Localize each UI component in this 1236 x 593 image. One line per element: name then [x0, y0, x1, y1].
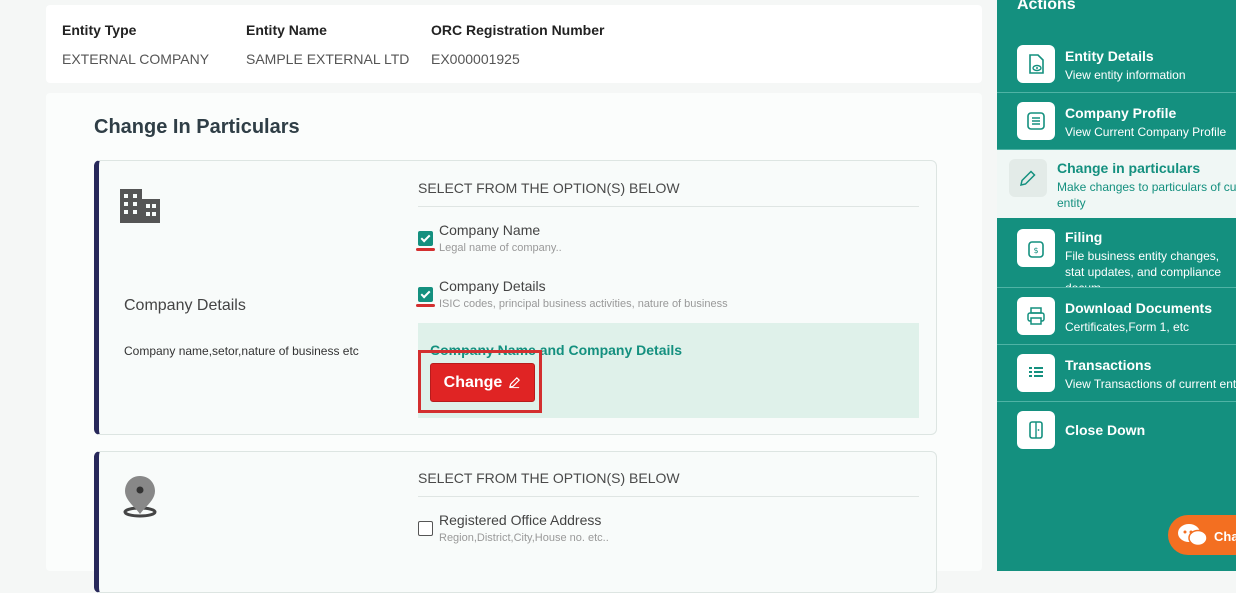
particulars-panel: Change In Particulars Company Details Co…	[46, 93, 982, 593]
entity-name-label: Entity Name	[246, 22, 327, 38]
sidebar-item-title: Entity Details	[1065, 48, 1154, 64]
pencil-icon	[509, 377, 521, 389]
change-area: Company Name and Company Details Change	[418, 323, 919, 418]
sidebar-item-sub: View Current Company Profile	[1065, 125, 1227, 139]
entity-name-col: Entity Name SAMPLE EXTERNAL LTD	[246, 22, 409, 67]
sidebar-item-title: Filing	[1065, 229, 1103, 245]
option-sub: Region,District,City,House no. etc..	[439, 532, 609, 544]
transactions-icon	[1017, 354, 1055, 392]
list-icon	[1017, 102, 1055, 140]
building-icon	[120, 189, 160, 223]
entity-info-card: Entity Type EXTERNAL COMPANY Entity Name…	[46, 5, 982, 83]
sidebar-item-company-profile[interactable]: Company Profile View Current Company Pro…	[997, 93, 1236, 150]
sidebar-item-transactions[interactable]: Transactions View Transactions of curren…	[997, 345, 1236, 402]
options-header: SELECT FROM THE OPTION(S) BELOW	[418, 470, 919, 497]
main-content: Entity Type EXTERNAL COMPANY Entity Name…	[0, 0, 997, 593]
orc-number-label: ORC Registration Number	[431, 22, 605, 38]
sidebar-item-sub: View entity information	[1065, 68, 1186, 82]
change-button[interactable]: Change	[430, 363, 535, 402]
sidebar-item-download-documents[interactable]: Download Documents Certificates,Form 1, …	[997, 288, 1236, 345]
options-list: SELECT FROM THE OPTION(S) BELOW Register…	[418, 470, 919, 553]
option-company-name[interactable]: Company Name Legal name of company..	[416, 207, 919, 263]
sidebar-item-title: Download Documents	[1065, 300, 1213, 316]
option-company-details[interactable]: Company Details ISIC codes, principal bu…	[416, 263, 919, 319]
sidebar-item-title: Close Down	[1065, 422, 1146, 438]
pencil-icon	[1009, 159, 1047, 197]
sidebar-item-title: Change in particulars	[1057, 160, 1201, 176]
actions-sidebar: Actions Entity Details View entity infor…	[997, 0, 1236, 571]
sidebar-item-close-down[interactable]: Close Down	[997, 402, 1236, 458]
sidebar-item-sub: View Transactions of current enti	[1065, 377, 1236, 391]
entity-type-value: EXTERNAL COMPANY	[62, 51, 210, 67]
sidebar-item-sub: Make changes to particulars of cu entity	[1057, 180, 1236, 210]
orc-number-col: ORC Registration Number EX000001925	[431, 22, 604, 67]
document-eye-icon	[1017, 45, 1055, 83]
entity-name-value: SAMPLE EXTERNAL LTD	[246, 51, 410, 67]
change-button-label: Change	[443, 373, 503, 391]
card-description: Company name,setor,nature of business et…	[124, 344, 359, 358]
printer-icon	[1017, 297, 1055, 335]
entity-type-col: Entity Type EXTERNAL COMPANY	[62, 22, 209, 67]
company-name-checkbox[interactable]	[418, 231, 433, 246]
sidebar-item-change-particulars[interactable]: Change in particulars Make changes to pa…	[997, 150, 1236, 218]
annotation-underline	[416, 248, 435, 251]
page-title: Change In Particulars	[94, 116, 300, 138]
location-pin-icon	[123, 476, 157, 518]
chat-label: Cha	[1214, 529, 1236, 544]
option-registered-office[interactable]: Registered Office Address Region,Distric…	[418, 497, 919, 553]
annotation-underline	[416, 304, 435, 307]
company-details-card: Company Details Company name,setor,natur…	[94, 160, 937, 435]
wallet-icon: $	[1017, 229, 1055, 267]
registered-office-checkbox[interactable]	[418, 521, 433, 536]
options-list: SELECT FROM THE OPTION(S) BELOW Company …	[416, 180, 919, 319]
orc-number-value: EX000001925	[431, 51, 520, 67]
sidebar-item-sub: File business entity changes, stat updat…	[1065, 249, 1222, 288]
sidebar-item-sub: Certificates,Form 1, etc	[1065, 320, 1190, 334]
sidebar-item-entity-details[interactable]: Entity Details View entity information	[997, 36, 1236, 93]
option-label: Company Name	[439, 222, 541, 238]
actions-title: Actions	[1017, 0, 1076, 13]
options-header: SELECT FROM THE OPTION(S) BELOW	[418, 180, 919, 207]
company-details-checkbox[interactable]	[418, 287, 433, 302]
chat-button[interactable]: Cha	[1168, 515, 1236, 555]
option-sub: ISIC codes, principal business activitie…	[439, 298, 728, 310]
chat-bubble-icon	[1178, 524, 1208, 547]
sidebar-item-title: Transactions	[1065, 357, 1152, 373]
office-address-card: SELECT FROM THE OPTION(S) BELOW Register…	[94, 451, 937, 593]
sidebar-item-title: Company Profile	[1065, 105, 1177, 121]
sidebar-item-filing[interactable]: $ Filing File business entity changes, s…	[997, 219, 1236, 288]
option-label: Registered Office Address	[439, 512, 602, 528]
svg-text:$: $	[1033, 246, 1038, 255]
card-title: Company Details	[124, 297, 246, 314]
door-icon	[1017, 411, 1055, 449]
option-label: Company Details	[439, 278, 546, 294]
option-sub: Legal name of company..	[439, 242, 562, 254]
entity-type-label: Entity Type	[62, 22, 137, 38]
